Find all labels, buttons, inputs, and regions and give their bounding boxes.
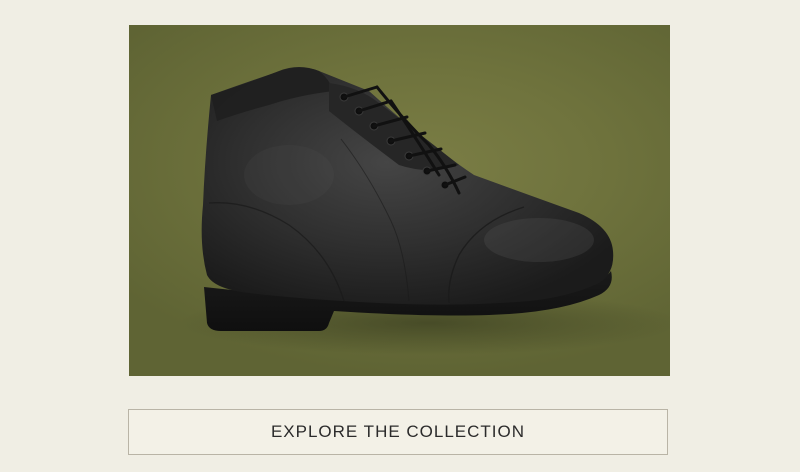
explore-collection-label: EXPLORE THE COLLECTION: [270, 422, 526, 441]
boot-illustration: [179, 67, 670, 355]
explore-collection-button[interactable]: EXPLORE THE COLLECTION: [128, 409, 668, 455]
hero-image: [129, 25, 670, 376]
